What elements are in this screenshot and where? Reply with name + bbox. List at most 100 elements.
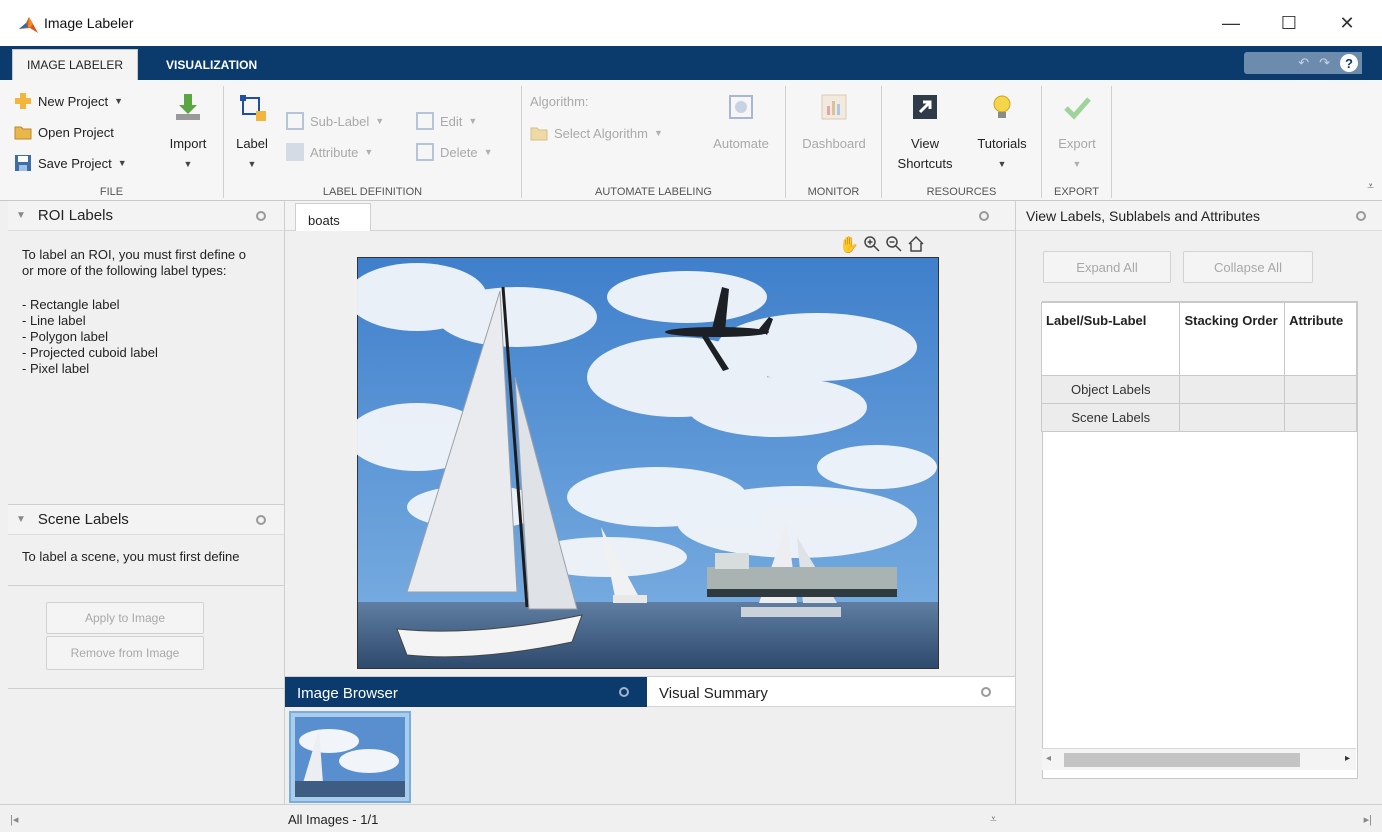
boats-image[interactable] [357, 257, 939, 669]
labels-sublabels-panel: View Labels, Sublabels and Attributes Ex… [1015, 201, 1382, 804]
section-title-monitor: MONITOR [807, 186, 860, 198]
section-export: Export ▼ EXPORT [1042, 86, 1112, 198]
zoom-in-icon[interactable] [863, 235, 881, 253]
section-automate-labeling: Algorithm: Select Algorithm ▼ Automate A… [522, 86, 786, 198]
tutorials-button[interactable]: Tutorials ▼ [966, 92, 1038, 174]
help-icon[interactable]: ? [1340, 54, 1358, 72]
browser-collapse-icon[interactable]: ⩡ [990, 812, 997, 827]
table-row[interactable]: Object Labels [1040, 375, 1357, 404]
remove-from-image-button[interactable]: Remove from Image [46, 636, 204, 670]
panel-close-icon[interactable] [981, 687, 991, 697]
scene-intro: To label a scene, you must first define [22, 549, 240, 564]
dropdown-caret-icon: ▼ [114, 96, 123, 106]
lightbulb-icon [993, 95, 1011, 118]
roi-intro-line1: To label an ROI, you must first define o [22, 247, 246, 262]
view-shortcuts-button[interactable]: View Shortcuts [888, 92, 962, 174]
edit-icon [416, 112, 434, 130]
roi-type-polygon: - Polygon label [22, 329, 108, 344]
section-label-definition: Label ▼ Sub-Label ▼ Attribute ▼ Edit ▼ D… [224, 86, 522, 198]
right-panel-title: View Labels, Sublabels and Attributes [1026, 207, 1261, 224]
ribbon-tab-strip: IMAGE LABELER VISUALIZATION ↶ ↷ ? [0, 46, 1382, 80]
maximize-button[interactable]: ☐ [1266, 8, 1312, 38]
image-browser-panel: Image Browser Visual Summary [285, 676, 1015, 804]
image-thumbnail[interactable] [289, 711, 411, 803]
quick-access-toolbar: ↶ ↷ ? [1244, 52, 1362, 74]
import-icon [176, 94, 200, 120]
title-bar: Image Labeler — ☐ ✕ [0, 0, 1382, 46]
new-project-button[interactable]: New Project ▼ [14, 92, 123, 110]
new-project-icon [15, 93, 31, 109]
collapse-triangle-icon[interactable]: ▼ [16, 210, 26, 221]
algorithm-label: Algorithm: [530, 94, 589, 109]
collapse-all-button[interactable]: Collapse All [1183, 251, 1313, 283]
attribute-icon [286, 143, 304, 161]
scroll-left-icon[interactable]: ◂ [1046, 753, 1051, 764]
redo-icon[interactable]: ↷ [1319, 55, 1330, 71]
automate-button[interactable]: Automate [704, 92, 778, 154]
row-object-labels[interactable]: Object Labels [1040, 375, 1181, 404]
expand-all-button[interactable]: Expand All [1043, 251, 1171, 283]
label-button[interactable]: Label ▼ [230, 92, 274, 174]
open-project-button[interactable]: Open Project [14, 123, 114, 141]
close-button[interactable]: ✕ [1324, 8, 1370, 38]
save-icon [15, 155, 31, 171]
scrollbar-thumb[interactable] [1064, 753, 1300, 767]
delete-button[interactable]: Delete ▼ [416, 143, 493, 161]
roi-type-cuboid: - Projected cuboid label [22, 345, 158, 360]
panel-close-icon[interactable] [256, 515, 266, 525]
section-title-automate-labeling: AUTOMATE LABELING [595, 186, 712, 198]
collapse-triangle-icon[interactable]: ▼ [16, 514, 26, 525]
labels-table: Label/Sub-Label Stacking Order Attribute… [1040, 302, 1357, 432]
home-icon[interactable] [907, 235, 925, 253]
undo-icon[interactable]: ↶ [1298, 55, 1309, 71]
row-scene-labels[interactable]: Scene Labels [1040, 403, 1181, 432]
table-header-row: Label/Sub-Label Stacking Order Attribute [1040, 302, 1357, 376]
export-button[interactable]: Export ▼ [1048, 92, 1106, 174]
col-stacking-order: Stacking Order [1179, 302, 1286, 376]
tab-visualization[interactable]: VISUALIZATION [152, 49, 271, 80]
roi-labels-title: ROI Labels [37, 207, 113, 224]
select-algorithm-dropdown[interactable]: Select Algorithm ▼ [530, 124, 663, 142]
section-title-resources: RESOURCES [926, 186, 997, 198]
axes-toolbar: ✋ [839, 235, 925, 255]
tab-image-browser[interactable]: Image Browser [285, 677, 647, 707]
section-resources: View Shortcuts Tutorials ▼ RESOURCES [882, 86, 1042, 198]
collapse-right-icon[interactable]: ▸| [1364, 813, 1372, 826]
save-project-button[interactable]: Save Project ▼ [14, 154, 127, 172]
dropdown-caret-icon: ▼ [997, 159, 1007, 169]
folder-icon [530, 127, 548, 141]
tab-image-labeler[interactable]: IMAGE LABELER [12, 49, 139, 80]
panel-close-icon[interactable] [1356, 211, 1366, 221]
toolstrip: New Project ▼ Open Project Save Project … [0, 80, 1382, 201]
dashboard-icon [821, 94, 847, 120]
collapse-toolstrip-icon[interactable]: ⩡ [1367, 179, 1374, 194]
pan-icon[interactable]: ✋ [839, 235, 859, 255]
table-horizontal-scrollbar[interactable]: ◂ ▸ [1042, 748, 1356, 770]
roi-intro-line2: or more of the following label types: [22, 263, 227, 278]
apply-to-image-button[interactable]: Apply to Image [46, 602, 204, 634]
attribute-button[interactable]: Attribute ▼ [286, 143, 373, 161]
scene-labels-title: Scene Labels [37, 511, 129, 528]
col-label-sublabel: Label/Sub-Label [1040, 302, 1181, 376]
col-attribute: Attribute [1284, 302, 1357, 376]
panel-close-icon[interactable] [979, 211, 989, 221]
section-title-label-definition: LABEL DEFINITION [322, 186, 423, 198]
import-button[interactable]: Import ▼ [162, 92, 214, 174]
panel-close-icon[interactable] [256, 211, 266, 221]
tab-boats[interactable]: boats [295, 203, 371, 231]
image-display-panel: boats ✋ [285, 201, 1015, 676]
collapse-left-icon[interactable]: |◂ [10, 813, 18, 826]
sub-label-icon [286, 112, 304, 130]
dashboard-button[interactable]: Dashboard [794, 92, 874, 154]
checkmark-icon [1064, 97, 1091, 120]
window-title: Image Labeler [44, 15, 134, 31]
status-bar: |◂ All Images - 1/1 ⩡ ▸| [0, 804, 1382, 832]
minimize-button[interactable]: — [1208, 8, 1254, 38]
panel-close-icon[interactable] [619, 687, 629, 697]
zoom-out-icon[interactable] [885, 235, 903, 253]
scroll-right-icon[interactable]: ▸ [1345, 753, 1350, 764]
edit-button[interactable]: Edit ▼ [416, 112, 477, 130]
tab-visual-summary[interactable]: Visual Summary [647, 677, 1015, 707]
table-row[interactable]: Scene Labels [1040, 403, 1357, 432]
sub-label-button[interactable]: Sub-Label ▼ [286, 112, 384, 130]
